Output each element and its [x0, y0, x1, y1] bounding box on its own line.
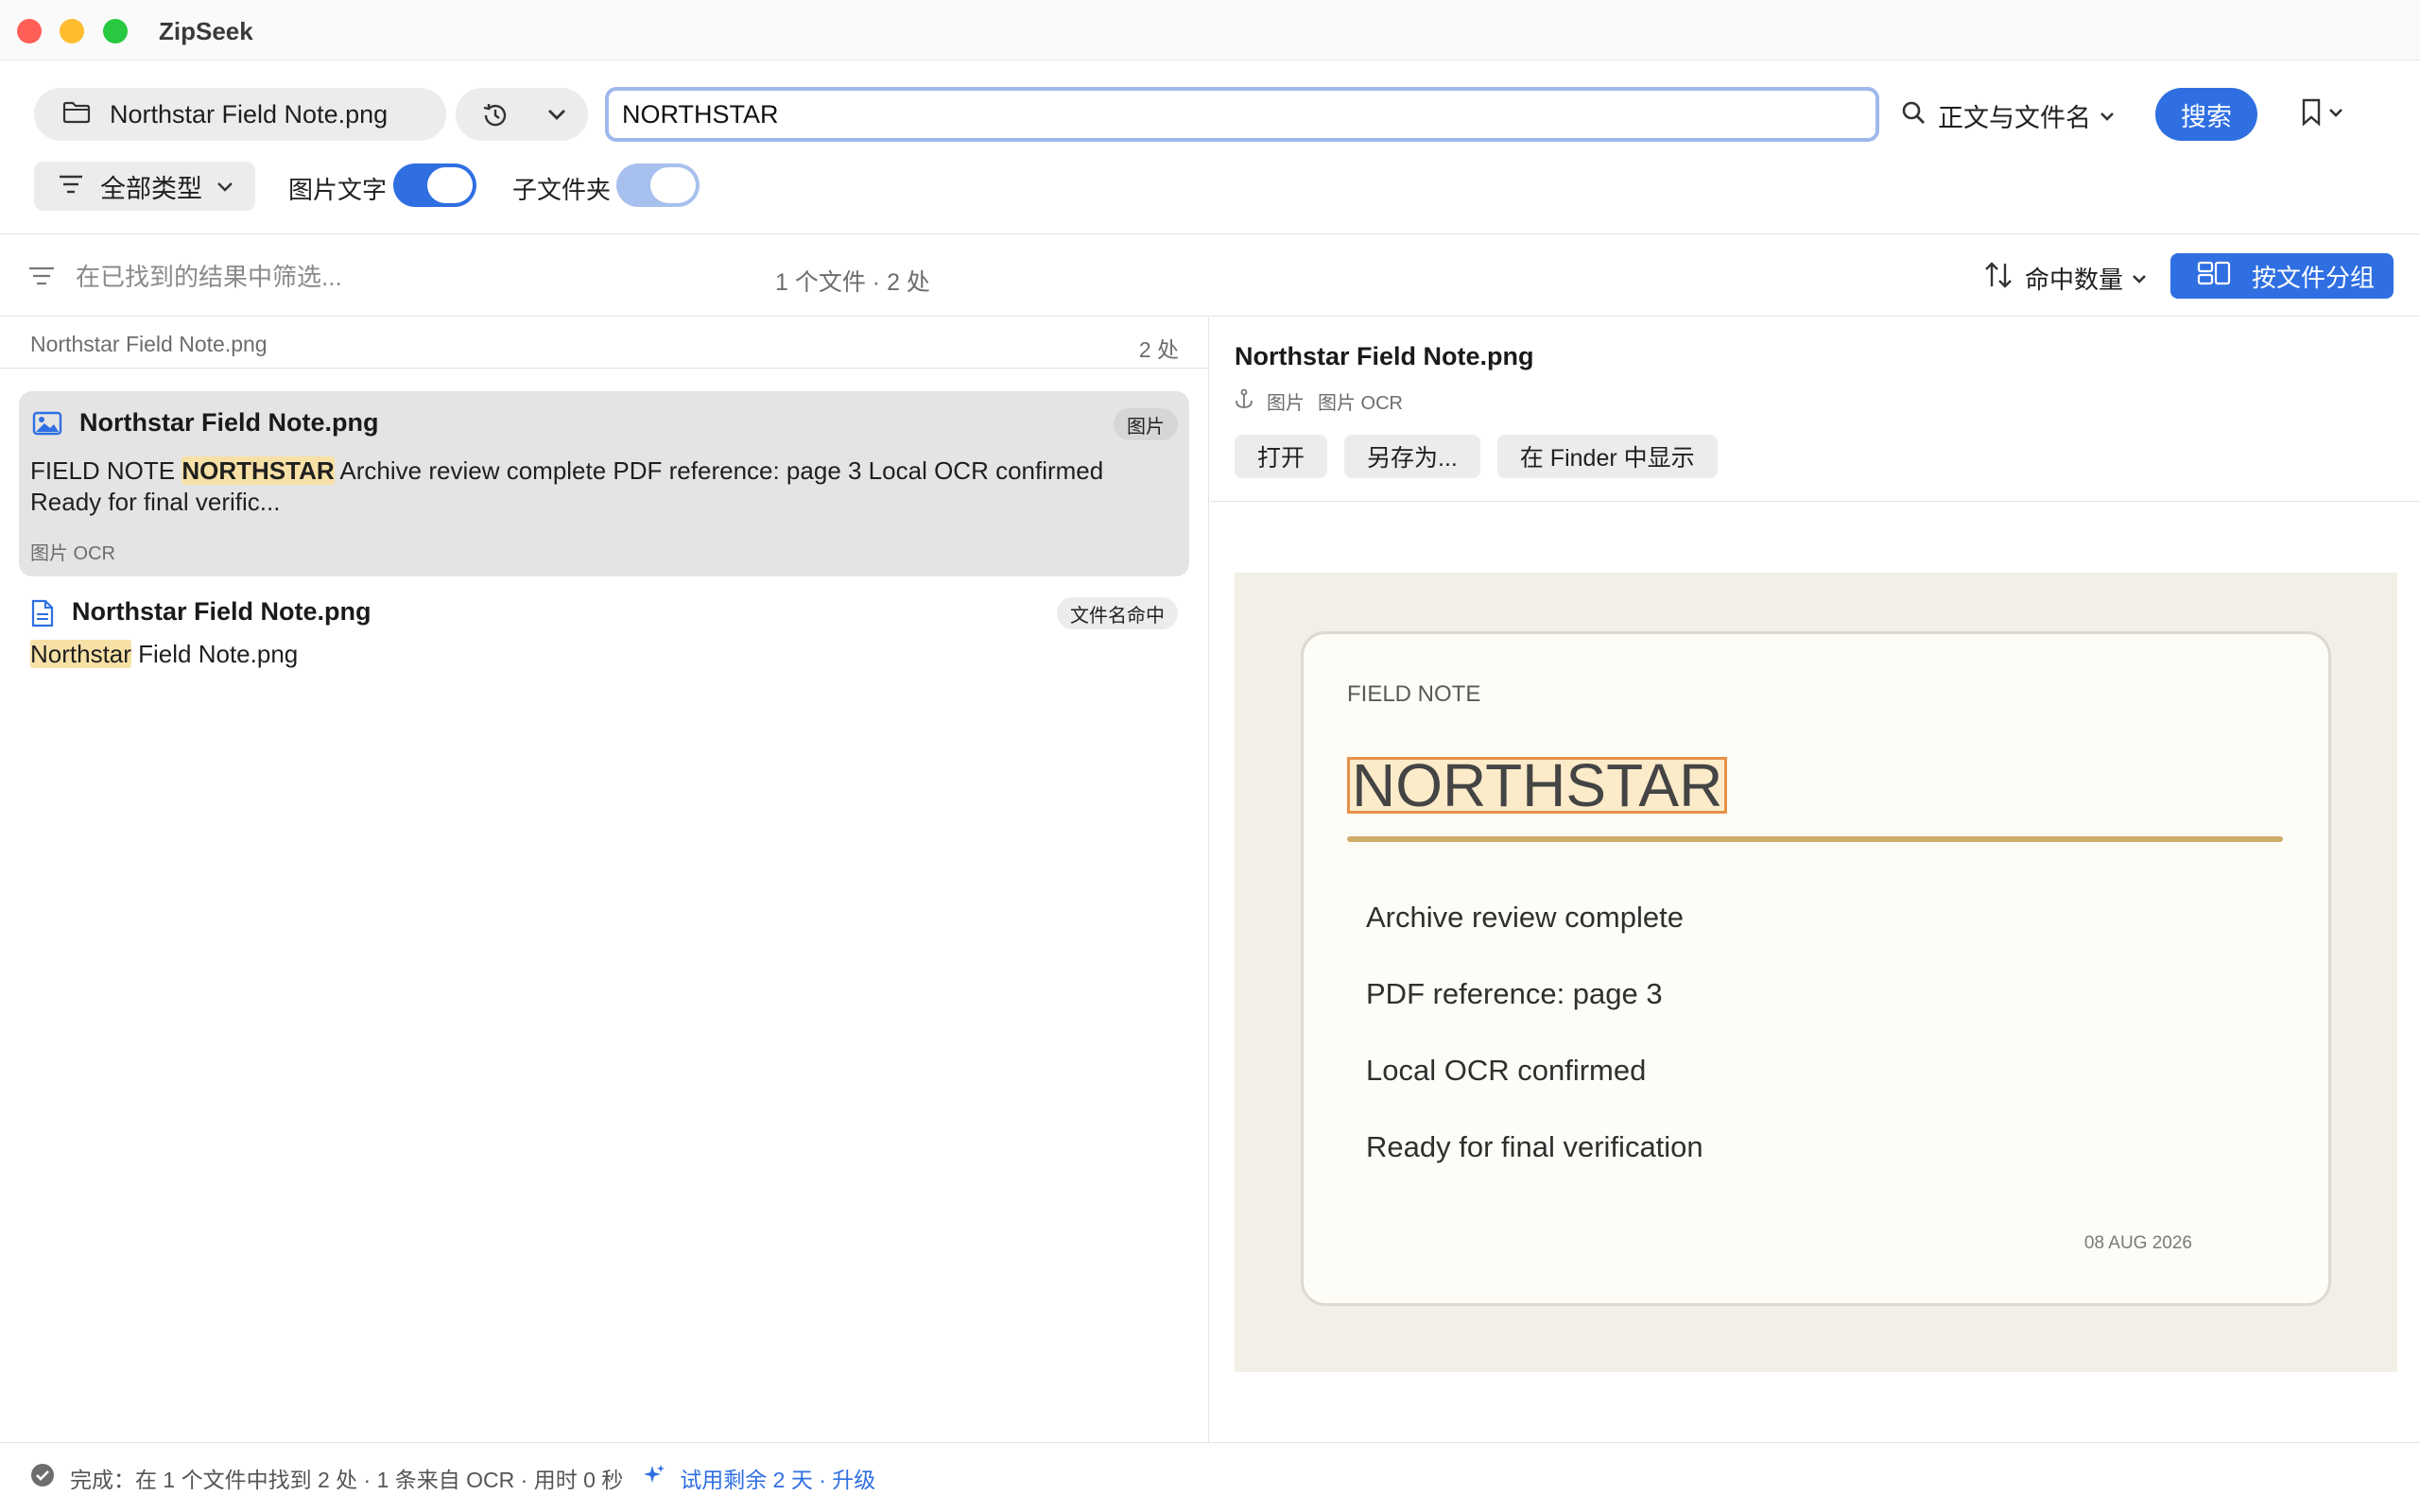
title-bar: ZipSeek [0, 0, 2420, 60]
result-title: Northstar Field Note.png [79, 408, 379, 437]
card-line: PDF reference: page 3 [1366, 977, 1663, 1010]
file-group-header[interactable]: Northstar Field Note.png 2 处 [0, 318, 1209, 369]
toolbar: Northstar Field Note.png 正文与文件名 搜索 [0, 60, 2420, 234]
result-type-badge: 文件名命中 [1057, 597, 1178, 629]
sort-dropdown[interactable]: 命中数量 [1983, 261, 2148, 296]
folder-label: Northstar Field Note.png [110, 99, 389, 129]
results-filter-input[interactable] [76, 260, 662, 294]
status-bar: 完成：在 1 个文件中找到 2 处 · 1 条来自 OCR · 用时 0 秒 试… [0, 1442, 2420, 1512]
document-icon [30, 599, 55, 632]
file-group-count: 2 处 [1138, 337, 1179, 362]
result-source: 图片 OCR [30, 543, 115, 564]
open-button[interactable]: 打开 [1235, 435, 1328, 478]
file-type-label: 全部类型 [100, 174, 202, 203]
image-text-toggle[interactable] [393, 163, 476, 207]
filter-lines-icon [28, 266, 55, 291]
preview-type: 图片 [1267, 393, 1305, 414]
app-title: ZipSeek [159, 17, 253, 45]
chevron-down-icon [545, 104, 568, 129]
chevron-down-icon [2327, 105, 2344, 125]
check-circle-icon [30, 1463, 55, 1493]
minimize-window-button[interactable] [60, 19, 84, 43]
subfolder-label: 子文件夹 [512, 176, 612, 204]
result-type-badge: 图片 [1114, 408, 1178, 440]
sort-label: 命中数量 [2025, 266, 2124, 294]
anchor-icon [1235, 388, 1253, 415]
match-highlight: NORTHSTAR [182, 456, 335, 485]
folder-icon [62, 100, 91, 129]
reveal-in-finder-button[interactable]: 在 Finder 中显示 [1496, 435, 1718, 478]
sparkle-icon [642, 1463, 666, 1493]
search-scope-label: 正文与文件名 [1938, 103, 2091, 132]
chevron-down-icon [2131, 264, 2148, 293]
preview-meta: 图片 图片 OCR [1235, 387, 1403, 415]
result-item[interactable]: Northstar Field Note.png 文件名命中 Northstar… [19, 586, 1189, 699]
group-by-file-button[interactable]: 按文件分组 [2170, 253, 2394, 299]
trial-upgrade-link[interactable]: 试用剩余 2 天 · 升级 [642, 1462, 875, 1494]
preview-source: 图片 OCR [1318, 393, 1403, 414]
search-icon [1900, 99, 1927, 132]
snippet-text: FIELD NOTE [30, 456, 182, 485]
chevron-down-icon [216, 172, 234, 201]
trial-text: 试用剩余 2 天 · 升级 [680, 1467, 876, 1492]
toggle-knob [650, 167, 696, 203]
card-rule [1347, 836, 2283, 842]
save-as-button[interactable]: 另存为... [1344, 435, 1480, 478]
preview-pane: Northstar Field Note.png 图片 图片 OCR 打开 另存… [1210, 318, 2420, 1442]
image-icon [32, 410, 62, 441]
image-text-label: 图片文字 [288, 176, 388, 204]
result-item[interactable]: Northstar Field Note.png 图片 FIELD NOTE N… [19, 391, 1189, 576]
sort-arrows-icon [1983, 261, 2014, 296]
search-button[interactable]: 搜索 [2155, 88, 2257, 141]
subfolder-toggle[interactable] [616, 163, 700, 207]
result-snippet: Northstar Field Note.png [30, 639, 1165, 670]
file-group-name: Northstar Field Note.png [30, 332, 268, 356]
chevron-down-icon [2099, 101, 2116, 130]
results-pane: Northstar Field Note.png 2 处 Northstar F… [0, 318, 1209, 1442]
list-filter-icon [59, 172, 83, 201]
group-by-file-label: 按文件分组 [2252, 263, 2376, 292]
image-preview: FIELD NOTE NORTHSTAR Archive review comp… [1235, 573, 2397, 1372]
card-date: 08 AUG 2026 [2083, 1233, 2192, 1253]
results-filter-bar: 1 个文件 · 2 处 命中数量 按文件分组 [0, 235, 2420, 317]
group-icon [2197, 261, 2231, 292]
search-scope-dropdown[interactable]: 正文与文件名 [1900, 96, 2116, 134]
card-line: Local OCR confirmed [1366, 1054, 1647, 1087]
card-label: FIELD NOTE [1347, 681, 1481, 707]
result-title: Northstar Field Note.png [72, 597, 372, 626]
search-input[interactable] [622, 99, 1876, 129]
field-note-card: FIELD NOTE NORTHSTAR Archive review comp… [1301, 631, 2331, 1306]
match-highlight: Northstar [30, 640, 131, 668]
preview-actions: 打开 另存为... 在 Finder 中显示 [1235, 435, 1735, 478]
card-line: Archive review complete [1366, 901, 1684, 934]
search-field-container[interactable] [605, 87, 1879, 142]
bookmark-icon [2301, 98, 2322, 131]
file-type-filter[interactable]: 全部类型 [34, 162, 255, 211]
snippet-text: Field Note.png [130, 640, 299, 668]
result-count-summary: 1 个文件 · 2 处 [775, 269, 930, 296]
history-icon [480, 100, 510, 135]
divider [1210, 501, 2420, 502]
search-history-button[interactable] [456, 88, 588, 141]
folder-selector[interactable]: Northstar Field Note.png [34, 88, 446, 141]
card-line: Ready for final verification [1366, 1130, 1703, 1163]
ocr-match-box: NORTHSTAR [1347, 755, 1728, 816]
status-text: 完成：在 1 个文件中找到 2 处 · 1 条来自 OCR · 用时 0 秒 [70, 1467, 624, 1492]
preview-title: Northstar Field Note.png [1235, 342, 1534, 370]
bookmark-menu-button[interactable] [2301, 98, 2344, 131]
result-snippet: FIELD NOTE NORTHSTAR Archive review comp… [30, 455, 1165, 518]
zoom-window-button[interactable] [103, 19, 128, 43]
toggle-knob [427, 167, 473, 203]
close-window-button[interactable] [17, 19, 42, 43]
